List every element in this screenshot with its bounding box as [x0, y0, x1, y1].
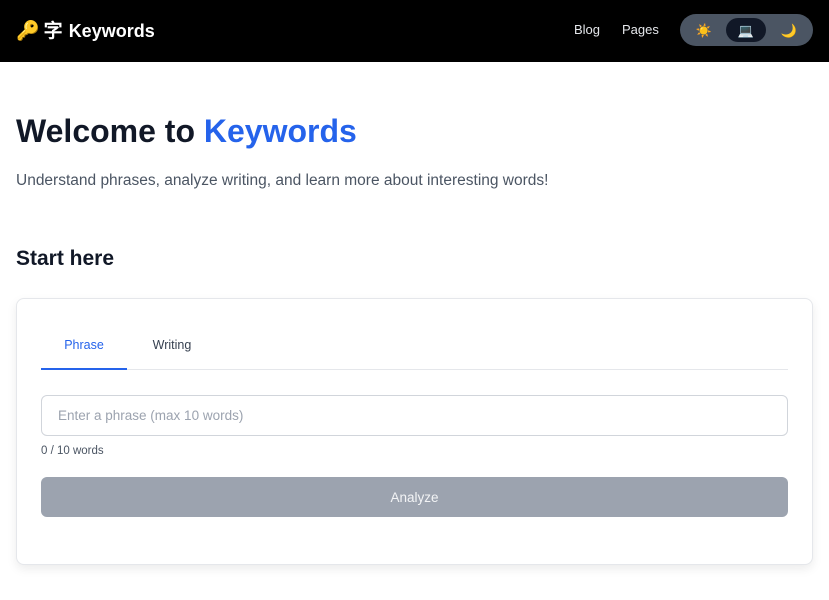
- character-zi-icon: 字: [43, 20, 63, 42]
- analyze-button[interactable]: Analyze: [41, 477, 788, 517]
- section-title: Start here: [16, 247, 115, 270]
- nav-link-blog[interactable]: Blog: [574, 20, 600, 40]
- page-title: Welcome to Keywords: [16, 110, 357, 152]
- word-count: 0 / 10 words: [41, 445, 104, 457]
- tab-phrase[interactable]: Phrase: [41, 325, 127, 370]
- theme-toggle: ☀️ 💻 🌙: [680, 14, 813, 46]
- page-subtitle: Understand phrases, analyze writing, and…: [16, 172, 549, 189]
- page-title-prefix: Welcome to: [16, 113, 204, 149]
- brand-logo-link[interactable]: 🔑 字 Keywords: [16, 17, 155, 45]
- analyze-card: Phrase Writing 0 / 10 words Analyze: [16, 298, 813, 565]
- moon-icon[interactable]: 🌙: [769, 18, 809, 42]
- key-icon: 🔑: [16, 20, 40, 42]
- top-navbar: 🔑 字 Keywords Blog Pages ☀️ 💻 🌙: [0, 0, 829, 62]
- tab-writing[interactable]: Writing: [133, 325, 211, 370]
- mode-tabs: Phrase Writing: [41, 325, 788, 370]
- phrase-input[interactable]: [41, 395, 788, 436]
- page-title-accent: Keywords: [203, 113, 357, 149]
- brand-name: Keywords: [68, 20, 155, 41]
- laptop-icon[interactable]: 💻: [726, 18, 766, 42]
- nav-link-pages[interactable]: Pages: [622, 20, 659, 40]
- sun-icon[interactable]: ☀️: [684, 18, 724, 42]
